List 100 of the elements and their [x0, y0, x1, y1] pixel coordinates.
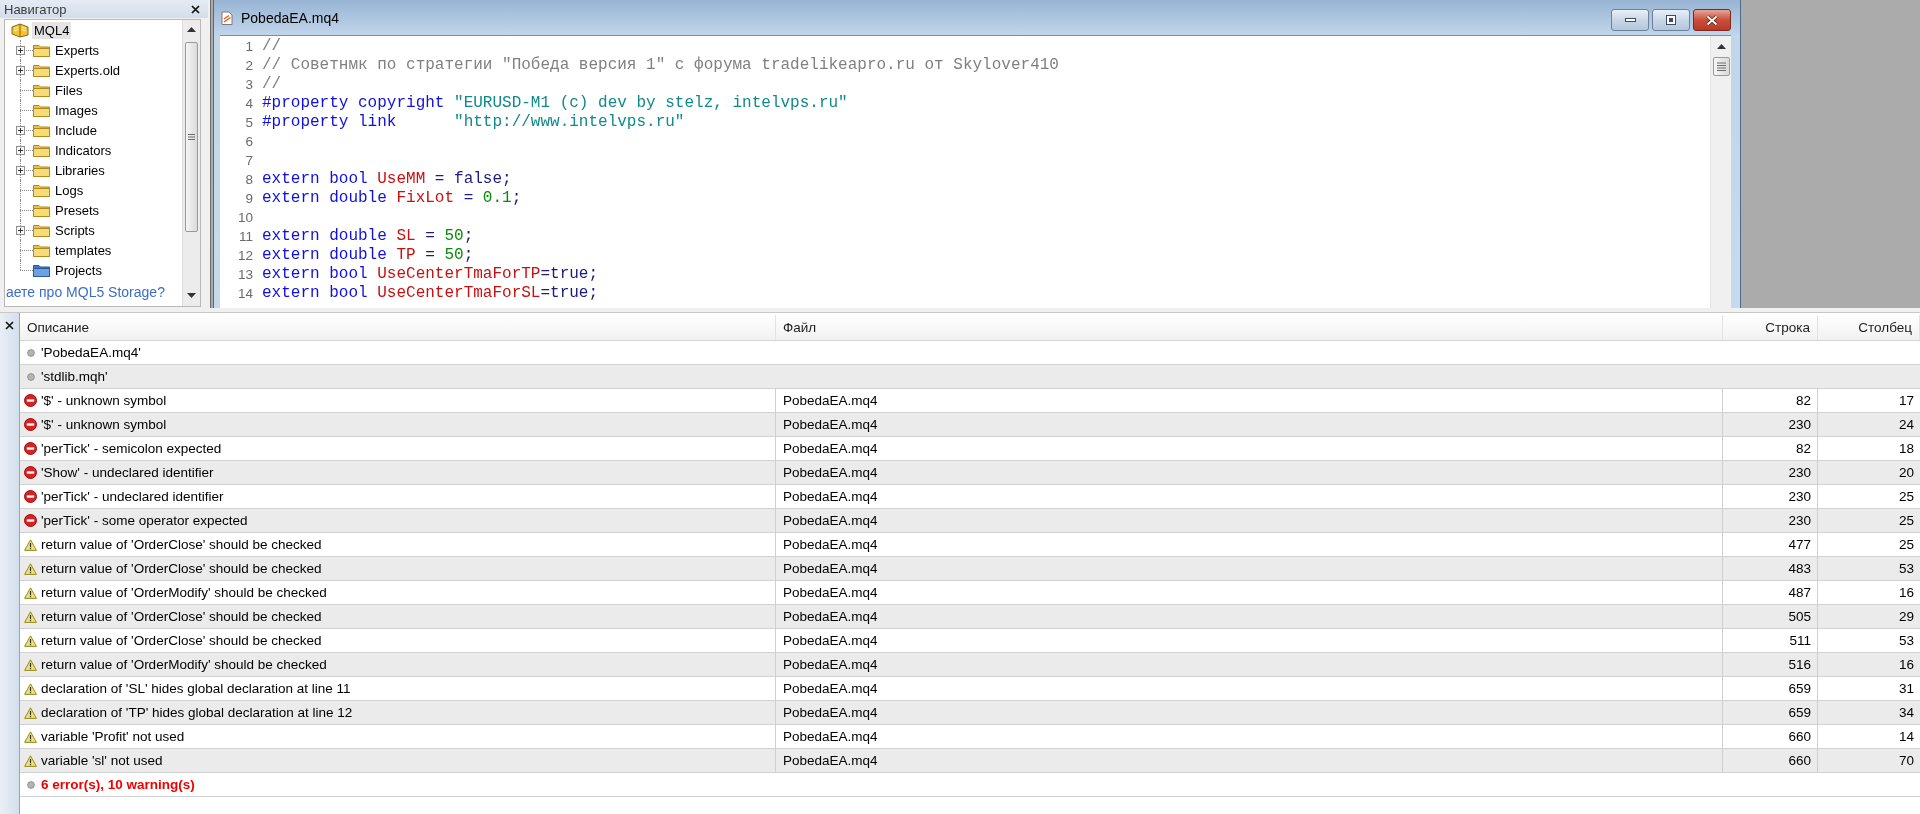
table-row[interactable]: 'perTick' - some operator expected PobedaEA.mq4 230 25 [20, 509, 1920, 533]
dot-icon [27, 780, 35, 789]
message-text: variable 'Profit' not used [41, 729, 185, 744]
tree-item[interactable]: Images [53, 101, 100, 119]
folder-icon [33, 143, 50, 157]
table-row[interactable]: return value of 'OrderClose' should be checked PobedaEA.mq4 511 53 [20, 629, 1920, 653]
table-row[interactable]: '$' - unknown symbol PobedaEA.mq4 82 17 [20, 389, 1920, 413]
tree-item[interactable]: Files [53, 81, 85, 99]
table-row[interactable]: return value of 'OrderClose' should be checked PobedaEA.mq4 477 25 [20, 533, 1920, 557]
table-row[interactable]: 'Show' - undeclared identifier PobedaEA.mq4 230 20 [20, 461, 1920, 485]
folder-icon [33, 103, 50, 117]
close-button[interactable] [1693, 9, 1731, 31]
tree-item[interactable]: Indicators [53, 141, 114, 159]
line-number: 8 [245, 172, 253, 187]
close-icon [5, 321, 14, 330]
table-cell-text: 14 [1897, 728, 1915, 746]
table-cell: 660 [1723, 725, 1818, 748]
tree-item[interactable]: Experts.old [53, 61, 123, 79]
table-row[interactable]: 'perTick' - undeclared identifier PobedaEA.mq4 230 25 [20, 485, 1920, 509]
message-text: 'perTick' - semicolon expected [41, 441, 222, 456]
plus-icon[interactable] [16, 46, 25, 55]
scrollbar-thumb[interactable] [1712, 57, 1730, 76]
message-text: return value of 'OrderModify' should be checked [41, 585, 327, 600]
table-cell: PobedaEA.mq4 [776, 413, 1723, 436]
table-cell: PobedaEA.mq4 [776, 677, 1723, 700]
scroll-down-icon[interactable] [187, 293, 196, 298]
close-button[interactable] [3, 319, 16, 332]
table-row[interactable]: variable 'sl' not used PobedaEA.mq4 660 70 [20, 749, 1920, 773]
column-header[interactable]: Строка [1723, 315, 1818, 340]
message-text: return value of 'OrderClose' should be checked [41, 537, 322, 552]
column-header[interactable]: Описание [20, 315, 776, 340]
table-cell-text: 53 [1897, 632, 1915, 650]
error-icon [24, 514, 37, 527]
tree-item[interactable]: Scripts [53, 221, 97, 239]
table-cell: 660 [1723, 749, 1818, 772]
code-line: extern double SL = 50; [262, 227, 474, 246]
line-number: 4 [245, 96, 253, 111]
scrollbar[interactable] [1710, 36, 1731, 308]
tree-item[interactable]: MQL4 [32, 21, 72, 39]
message-text: 'perTick' - some operator expected [41, 513, 248, 528]
message-text: 'PobedaEA.mq4' [41, 345, 141, 360]
close-button[interactable] [189, 2, 202, 16]
table-cell: 82 [1723, 389, 1818, 412]
code-line: // [262, 75, 282, 94]
folder-icon [33, 43, 50, 57]
scrollbar-thumb[interactable] [185, 42, 198, 232]
close-icon [1706, 14, 1718, 26]
storage-link[interactable]: аете про MQL5 Storage? [6, 284, 165, 300]
table-cell-text: 25 [1897, 512, 1915, 530]
line-number: 6 [245, 134, 253, 149]
tree-item[interactable]: Logs [53, 181, 86, 199]
table-row[interactable]: return value of 'OrderClose' should be checked PobedaEA.mq4 505 29 [20, 605, 1920, 629]
tree-item[interactable]: Projects [53, 261, 104, 279]
table-cell: PobedaEA.mq4 [776, 605, 1723, 628]
table-row[interactable]: return value of 'OrderModify' should be checked PobedaEA.mq4 516 16 [20, 653, 1920, 677]
tree-item[interactable]: Libraries [53, 161, 107, 179]
scrollbar[interactable] [182, 20, 200, 306]
table-cell: 505 [1723, 605, 1818, 628]
table-row[interactable]: 'stdlib.mqh' [20, 365, 1920, 389]
scroll-up-icon[interactable] [187, 27, 196, 32]
table-cell: PobedaEA.mq4 [776, 557, 1723, 580]
table-cell-text: 16 [1897, 584, 1915, 602]
line-number: 13 [237, 267, 253, 282]
table-row[interactable]: variable 'Profit' not used PobedaEA.mq4 660 14 [20, 725, 1920, 749]
dot-icon [27, 348, 35, 357]
table-cell: PobedaEA.mq4 [776, 701, 1723, 724]
folder-icon [33, 263, 50, 277]
table-row[interactable]: 'perTick' - semicolon expected PobedaEA.mq4 82 18 [20, 437, 1920, 461]
plus-icon[interactable] [16, 226, 25, 235]
minimize-icon [1624, 18, 1636, 22]
table-row[interactable]: return value of 'OrderClose' should be checked PobedaEA.mq4 483 53 [20, 557, 1920, 581]
warning-icon [24, 658, 37, 671]
table-cell-text: 53 [1897, 560, 1915, 578]
plus-icon[interactable] [16, 146, 25, 155]
column-header[interactable]: Столбец [1818, 315, 1920, 340]
scroll-up-icon[interactable] [1716, 44, 1726, 49]
table-cell: 230 [1723, 461, 1818, 484]
table-row[interactable]: '$' - unknown symbol PobedaEA.mq4 230 24 [20, 413, 1920, 437]
minimize-button[interactable] [1611, 9, 1649, 31]
table-cell-text: 34 [1897, 704, 1915, 722]
warning-icon [24, 682, 37, 695]
tree-item[interactable]: Presets [53, 201, 102, 219]
column-header[interactable]: Файл [776, 315, 1723, 340]
table-row[interactable]: declaration of 'TP' hides global declaration at line 12 PobedaEA.mq4 659 34 [20, 701, 1920, 725]
maximize-button[interactable] [1652, 9, 1690, 31]
code-line: #property link "http://www.intelvps.ru" [262, 113, 685, 132]
folder-icon [33, 163, 50, 177]
message-text: '$' - unknown symbol [41, 393, 167, 408]
tree-item[interactable]: templates [53, 241, 114, 259]
plus-icon[interactable] [16, 126, 25, 135]
table-cell: 659 [1723, 677, 1818, 700]
tree-item[interactable]: Include [53, 121, 99, 139]
tree-item[interactable]: Experts [53, 41, 102, 59]
table-row[interactable]: return value of 'OrderModify' should be checked PobedaEA.mq4 487 16 [20, 581, 1920, 605]
table-row[interactable]: declaration of 'SL' hides global declaration at line 11 PobedaEA.mq4 659 31 [20, 677, 1920, 701]
code-line: extern double TP = 50; [262, 246, 474, 265]
plus-icon[interactable] [16, 66, 25, 75]
folder-icon [33, 223, 50, 237]
plus-icon[interactable] [16, 166, 25, 175]
message-text: '$' - unknown symbol [41, 417, 167, 432]
